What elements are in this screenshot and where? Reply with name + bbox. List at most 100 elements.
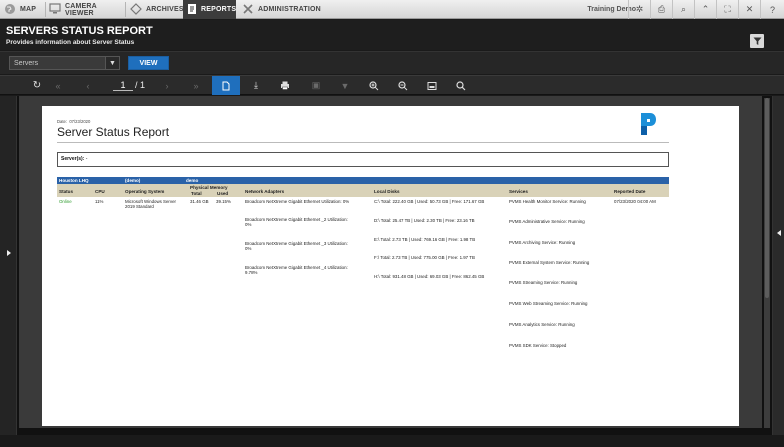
servers-value: - xyxy=(85,156,88,162)
nav-administration-label: ADMINISTRATION xyxy=(258,6,321,13)
network-adapter-value: 0% xyxy=(245,222,252,227)
collapse-icon[interactable]: ⌃ xyxy=(694,0,716,19)
service-status: PVMS Health Monitor Service: Running xyxy=(509,199,586,204)
service-status: PVMS Archiving Service: Running xyxy=(509,240,576,245)
page-icon xyxy=(219,78,233,93)
col-network: Network Adapters xyxy=(245,189,285,194)
page-total: / 1 xyxy=(135,80,146,90)
nav-camera-viewer-label: CAMERA VIEWER xyxy=(65,2,97,17)
next-page-icon[interactable]: › xyxy=(160,78,174,93)
network-adapter-value: 9.78% xyxy=(245,270,258,275)
network-adapter: Broadcom NetXtreme Gigabit Ethernet _2 U… xyxy=(245,217,348,222)
tools-menu-icon[interactable]: ✕ xyxy=(738,0,760,19)
search-icon[interactable]: ⌕ xyxy=(672,0,694,19)
col-status: Status xyxy=(59,189,74,194)
find-icon[interactable] xyxy=(454,78,468,93)
local-disk: C:\ Total: 222.40 GB | Used: 50.73 GB | … xyxy=(374,199,485,204)
nav-camera-viewer[interactable]: CAMERA VIEWER xyxy=(49,0,124,19)
group-demo-name: demo xyxy=(186,178,199,183)
zoom-out-icon[interactable] xyxy=(396,78,410,93)
service-status: PVMS External System Service: Running xyxy=(509,260,590,265)
nav-archives-label: ARCHIVES xyxy=(146,6,184,13)
refresh-icon[interactable]: ↻ xyxy=(30,78,44,93)
report-icon xyxy=(187,3,197,17)
nav-archives[interactable]: ARCHIVES xyxy=(130,0,184,19)
chevron-right-icon xyxy=(7,250,11,256)
service-status: PVMS Analytics Service: Running xyxy=(509,322,575,327)
report-date-label: Date: xyxy=(57,119,68,124)
local-disk: D:\ Total: 25.47 TB | Used: 2.30 TB | Fr… xyxy=(374,218,475,223)
chevron-down-icon: ▼ xyxy=(105,57,119,69)
service-status: PVMS Streaming Service: Running xyxy=(509,280,578,285)
nav-map-label: MAP xyxy=(20,6,37,13)
print-icon[interactable]: ⎙ xyxy=(650,0,672,19)
status-badge: Online xyxy=(59,199,72,204)
previous-page-icon[interactable]: ‹ xyxy=(81,78,95,93)
globe-icon xyxy=(4,3,16,17)
bottom-bar xyxy=(0,435,784,447)
nav-divider xyxy=(45,2,46,17)
page-subtitle: Provides information about Server Status xyxy=(6,39,135,46)
network-adapter: Broadcom NetXtreme Gigabit Ethernet _4 U… xyxy=(245,265,348,270)
service-status: PVMS SDK Service: Stopped xyxy=(509,343,567,348)
reported-date-value: 07/23/2020 04:00 AM xyxy=(614,199,656,204)
local-disk: H:\ Total: 931.48 GB | Used: 69.03 GB | … xyxy=(374,274,485,279)
right-panel-toggle[interactable] xyxy=(772,96,784,435)
scrollbar-thumb[interactable] xyxy=(765,98,769,298)
view-button[interactable]: VIEW xyxy=(128,56,169,70)
filter-button[interactable] xyxy=(750,34,764,48)
col-services: Services xyxy=(509,189,528,194)
filter-icon xyxy=(753,37,761,45)
print-report-icon[interactable] xyxy=(278,78,292,93)
col-mem-total: Total xyxy=(191,191,202,196)
local-disk: E:\ Total: 2.73 TB | Used: 769.16 GB | F… xyxy=(374,237,476,242)
settings-icon[interactable]: ✲ xyxy=(628,0,650,19)
fit-page-icon[interactable] xyxy=(425,78,439,93)
save-icon[interactable]: ▣ xyxy=(309,78,323,93)
report-title: Server Status Report xyxy=(57,125,170,139)
group-name: Houston LHQ xyxy=(59,178,89,183)
nav-reports-label: REPORTS xyxy=(201,6,237,13)
col-cpu: CPU xyxy=(95,189,105,194)
service-status: PVMS Administrative Service: Running xyxy=(509,219,585,224)
os-line-2: 2019 Standard xyxy=(125,204,154,209)
title-divider xyxy=(57,142,669,143)
col-mem-used: Used xyxy=(217,191,229,196)
report-header: SERVERS STATUS REPORT Provides informati… xyxy=(0,20,784,50)
col-os: Operating System xyxy=(125,189,165,194)
nav-reports[interactable]: REPORTS xyxy=(183,0,236,19)
network-adapter: Broadcom NetXtreme Gigabit Ethernet _3 U… xyxy=(245,241,348,246)
nav-divider xyxy=(125,2,126,17)
page-number-input[interactable]: 1 xyxy=(113,80,133,91)
zoom-in-icon[interactable] xyxy=(367,78,381,93)
page-title: SERVERS STATUS REPORT xyxy=(6,25,153,37)
col-reported: Reported Date xyxy=(614,189,646,194)
left-panel-toggle[interactable] xyxy=(0,96,17,435)
report-type-value: Servers xyxy=(14,59,39,67)
fullscreen-icon[interactable]: ⛶ xyxy=(716,0,738,19)
network-adapter-value: 0% xyxy=(245,246,252,251)
report-date-value: 07/23/2020 xyxy=(69,119,91,124)
group-demo-label: (demo) xyxy=(125,178,141,183)
download-icon[interactable]: ⤓ xyxy=(249,78,263,93)
local-disk: F:\ Total: 2.73 TB | Used: 775.00 GB | F… xyxy=(374,255,475,260)
mem-total-value: 31.46 GB xyxy=(190,199,209,204)
group-header-row: Houston LHQ (demo) demo xyxy=(57,177,669,184)
last-page-icon[interactable]: » xyxy=(189,78,203,93)
cpu-value: 11% xyxy=(95,199,104,204)
col-disks: Local Disks xyxy=(374,189,400,194)
help-icon[interactable]: ? xyxy=(760,0,784,19)
monitor-icon xyxy=(49,3,61,16)
col-physical-memory: Physical Memory xyxy=(190,185,228,190)
servers-label: Server(s): - xyxy=(61,156,88,162)
filter-toolbar-icon[interactable]: ▼ xyxy=(338,78,352,93)
column-header-row: Status CPU Operating System Physical Mem… xyxy=(57,184,669,197)
top-navigation: MAP CAMERA VIEWER ARCHIVES REPORTS ADMIN… xyxy=(0,0,784,19)
report-page: Date: 07/23/2020 Server Status Report Se… xyxy=(42,106,739,426)
company-logo xyxy=(641,113,656,135)
report-type-select[interactable]: Servers ▼ xyxy=(9,56,120,70)
app-window: MAP CAMERA VIEWER ARCHIVES REPORTS ADMIN… xyxy=(0,0,784,447)
first-page-icon[interactable]: « xyxy=(51,78,65,93)
nav-map[interactable]: MAP xyxy=(4,0,46,19)
nav-administration[interactable]: ADMINISTRATION xyxy=(242,0,322,19)
